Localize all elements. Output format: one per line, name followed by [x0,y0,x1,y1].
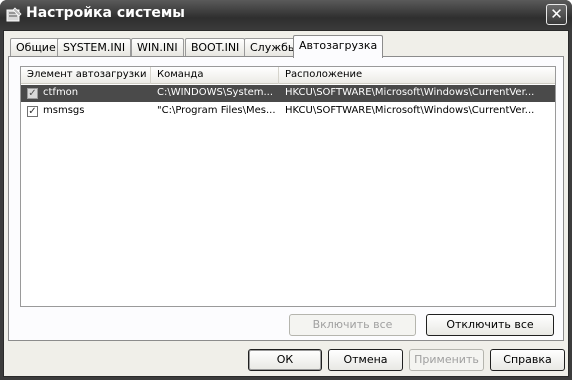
close-button[interactable]: ✕ [546,4,567,25]
column-header-item[interactable]: Элемент автозагрузки [21,67,151,84]
tab-strip: Общие SYSTEM.INI WIN.INI BOOT.INI Службы… [10,35,566,58]
tab-general[interactable]: Общие [10,38,62,57]
tab-system-ini[interactable]: SYSTEM.INI [57,38,132,57]
startup-tab-panel: Элемент автозагрузки Команда Расположени… [8,56,564,341]
close-icon: ✕ [550,5,563,23]
item-name: msmsgs [43,105,85,116]
tab-boot-ini[interactable]: BOOT.INI [185,38,246,57]
item-location: HKCU\SOFTWARE\Microsoft\Windows\CurrentV… [285,105,535,116]
system-config-window: Настройка системы ✕ Общие SYSTEM.INI WIN… [0,0,572,380]
item-name: ctfmon [43,87,79,98]
column-header-location[interactable]: Расположение [279,67,555,84]
cancel-button[interactable]: Отмена [328,349,403,371]
dialog-client-area: Общие SYSTEM.INI WIN.INI BOOT.INI Службы… [3,30,569,377]
list-header: Элемент автозагрузки Команда Расположени… [21,67,555,84]
item-location: HKCU\SOFTWARE\Microsoft\Windows\CurrentV… [285,87,535,98]
checkbox-checked[interactable]: ✓ [27,88,38,99]
help-button[interactable]: Справка [490,349,565,371]
disable-all-button[interactable]: Отключить все [426,314,554,336]
checkbox-checked[interactable]: ✓ [27,106,38,117]
tab-win-ini[interactable]: WIN.INI [131,38,184,57]
table-row[interactable]: ✓ msmsgs "C:\Program Files\Mes... HKCU\S… [21,103,555,120]
ok-button[interactable]: ОК [248,349,322,371]
window-title: Настройка системы [26,5,185,21]
title-bar[interactable]: Настройка системы ✕ [0,0,572,30]
item-command: C:\WINDOWS\System... [157,87,274,98]
startup-list[interactable]: Элемент автозагрузки Команда Расположени… [20,66,556,307]
settings-app-icon [6,7,22,22]
item-command: "C:\Program Files\Mes... [157,105,276,116]
apply-button[interactable]: Применить [409,349,484,371]
table-row[interactable]: ✓ ctfmon C:\WINDOWS\System... HKCU\SOFTW… [21,85,555,102]
enable-all-button[interactable]: Включить все [289,314,416,336]
tab-startup[interactable]: Автозагрузка [293,35,384,58]
column-header-command[interactable]: Команда [151,67,279,84]
